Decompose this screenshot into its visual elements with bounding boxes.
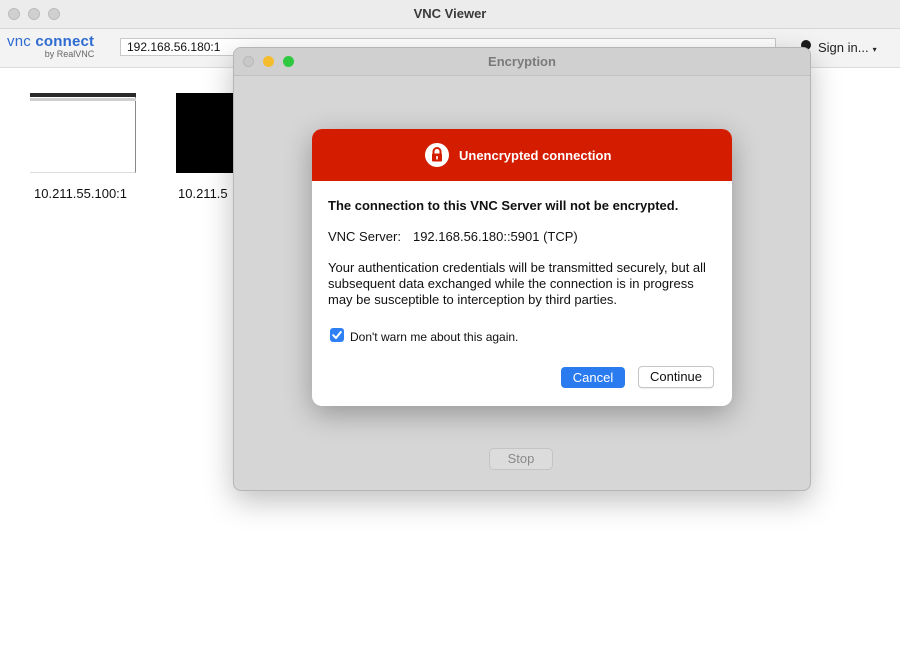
server-value: 192.168.56.180::5901 (TCP) <box>412 229 578 244</box>
stop-button[interactable]: Stop <box>489 448 553 470</box>
window-title: VNC Viewer <box>413 6 487 21</box>
dialog-explanation: Your authentication credentials will be … <box>328 260 706 307</box>
server-label: VNC Server: <box>328 229 401 244</box>
logo-subtitle: by RealVNC <box>44 49 95 59</box>
logo-text-connect: connect <box>35 33 95 50</box>
address-book-entry-2[interactable] <box>176 93 236 173</box>
address-book-entry-label: 10.211.5 <box>178 186 228 201</box>
server-info: VNC Server: 192.168.56.180::5901 (TCP) <box>328 229 578 244</box>
continue-button[interactable]: Continue <box>638 366 714 388</box>
dialog-warning-heading: The connection to this VNC Server will n… <box>328 198 679 213</box>
sign-in-label: Sign in... <box>818 40 869 55</box>
cancel-button[interactable]: Cancel <box>561 367 625 388</box>
unencrypted-connection-dialog: Unencrypted connection The connection to… <box>312 129 732 406</box>
desktop-thumbnail <box>176 93 236 173</box>
dont-warn-checkbox[interactable] <box>330 328 344 342</box>
encryption-titlebar: Encryption <box>234 48 810 76</box>
dialog-title: Unencrypted connection <box>459 148 612 163</box>
lock-icon <box>425 143 449 167</box>
desktop-thumbnail <box>30 93 136 173</box>
vnc-connect-logo: vnc connect by RealVNC <box>7 33 94 59</box>
logo-text-vnc: vnc <box>7 33 31 50</box>
encryption-window-title: Encryption <box>488 54 556 69</box>
address-book-entry-1[interactable] <box>30 93 136 173</box>
main-titlebar: VNC Viewer <box>0 0 900 29</box>
chevron-down-icon: ▾ <box>872 45 877 54</box>
dont-warn-checkbox-label[interactable]: Don't warn me about this again. <box>350 330 518 344</box>
checkmark-icon <box>332 331 342 339</box>
dialog-header: Unencrypted connection <box>312 129 732 181</box>
address-book-entry-label: 10.211.55.100:1 <box>34 186 128 201</box>
